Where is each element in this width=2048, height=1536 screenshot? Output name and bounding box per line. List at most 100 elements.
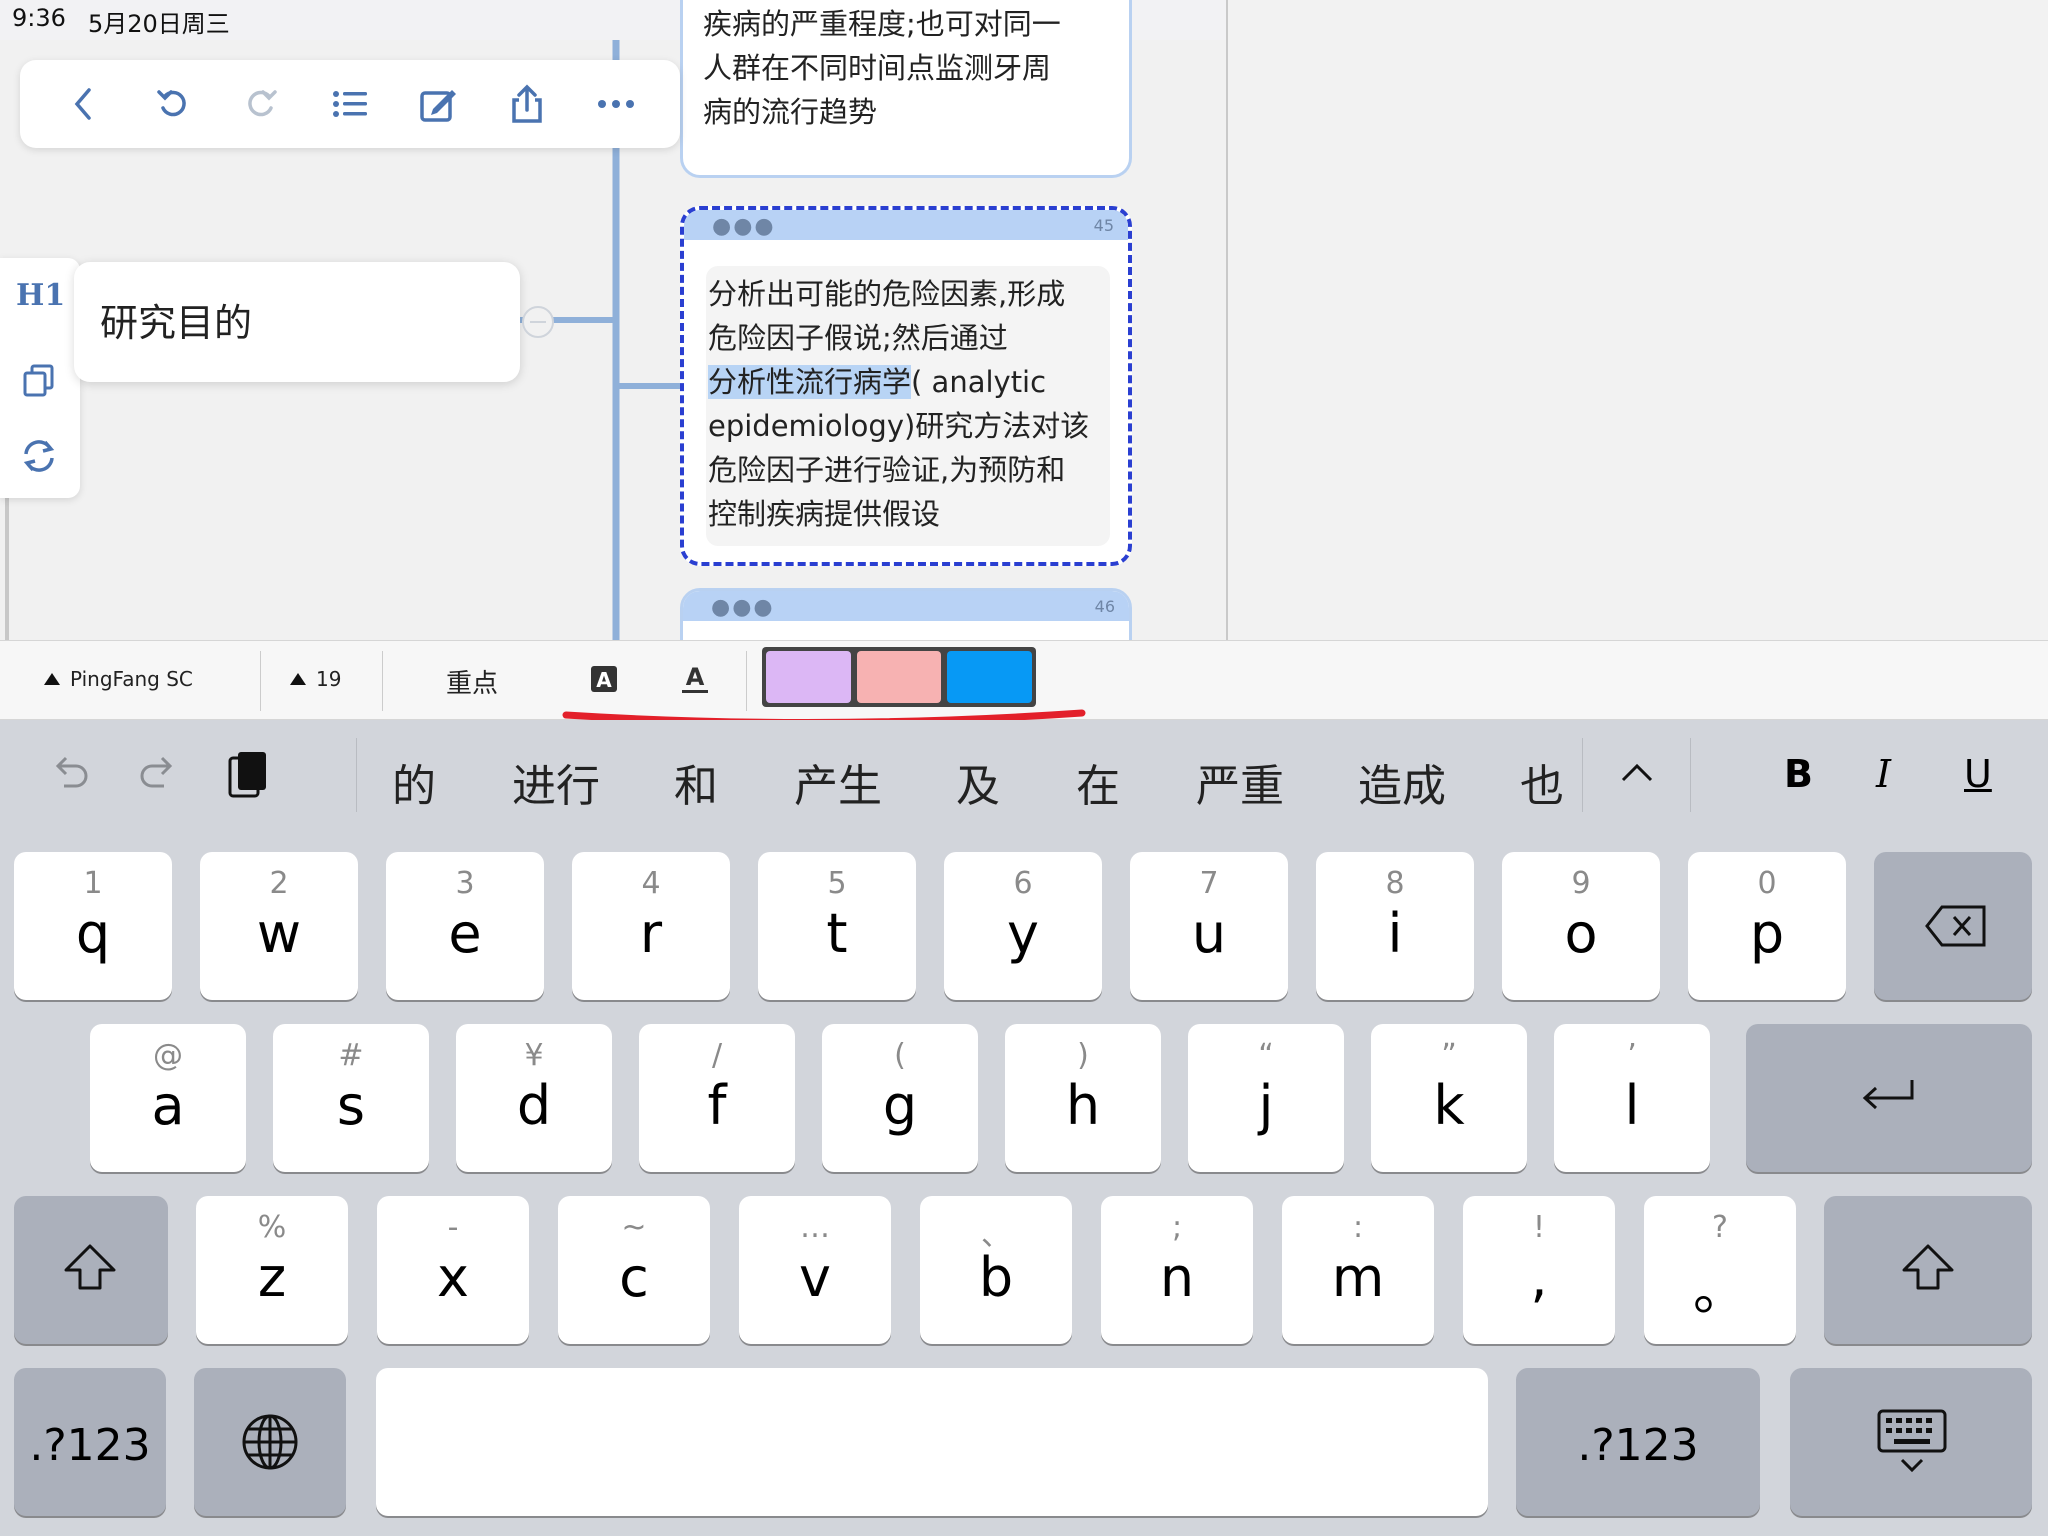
candidate-word[interactable]: 造成 [1358, 750, 1446, 814]
shift-key-right[interactable] [1824, 1196, 2032, 1344]
share-button[interactable] [502, 79, 552, 129]
candidate-word[interactable]: 严重 [1196, 750, 1284, 814]
key-primary-label: m [1331, 1246, 1385, 1309]
card-45-line: 控制疾病提供假设 [708, 497, 941, 531]
globe-key[interactable] [194, 1368, 346, 1516]
card-46-header[interactable]: ●●● 46 [683, 591, 1129, 621]
key-primary-label: l [1624, 1074, 1640, 1137]
key-row2-2[interactable]: ¥ d [456, 1024, 612, 1172]
key-primary-label: f [707, 1074, 727, 1137]
mindmap-card-45[interactable]: ●●● 45 分析出可能的危险因素,形成 危险因子假说;然后通过 分析性流行病学… [680, 206, 1132, 566]
card-45-header[interactable]: ●●● 45 [684, 210, 1128, 240]
candidate-word[interactable]: 的 [392, 750, 436, 814]
font-size-picker[interactable]: 19 [290, 667, 341, 691]
key-row3-6[interactable]: :m [1282, 1196, 1434, 1344]
candidate-word[interactable]: 也 [1520, 750, 1564, 814]
divider [1582, 738, 1583, 812]
key-row3-3[interactable]: … v [739, 1196, 891, 1344]
key-row3-4[interactable]: 、 b [920, 1196, 1072, 1344]
swatch-purple[interactable] [766, 651, 851, 703]
key-row2-6[interactable]: “j [1188, 1024, 1344, 1172]
heading-level-button[interactable]: H1 [16, 278, 65, 313]
swatch-pink[interactable] [856, 651, 942, 703]
drag-handle-icon[interactable]: ●●● [711, 595, 775, 620]
key-row1-7[interactable]: 8i [1316, 852, 1474, 1000]
status-time: 9:36 [12, 4, 66, 32]
key-row3-8[interactable]: ?。 [1644, 1196, 1796, 1344]
key-row2-7[interactable]: ” k [1371, 1024, 1527, 1172]
underline-button[interactable]: U [1964, 752, 1992, 796]
key-row2-8[interactable]: ’ l [1554, 1024, 1710, 1172]
key-row1-3[interactable]: 4r [572, 852, 730, 1000]
share-icon [512, 84, 542, 123]
key-row1-0[interactable]: 1q [14, 852, 172, 1000]
key-row1-2[interactable]: 3e [386, 852, 544, 1000]
bold-button[interactable]: B [1784, 752, 1813, 796]
key-row2-4[interactable]: (g [822, 1024, 978, 1172]
key-secondary-label: : [1352, 1210, 1364, 1245]
status-date: 5月20日周三 [88, 10, 230, 38]
candidate-word[interactable]: 产生 [794, 750, 882, 814]
return-key[interactable] [1746, 1024, 2032, 1172]
numbers-key-left[interactable]: .?123 [14, 1368, 166, 1516]
key-secondary-label: ¥ [524, 1038, 544, 1073]
key-row2-3[interactable]: / f [639, 1024, 795, 1172]
dismiss-keyboard-key[interactable] [1790, 1368, 2032, 1516]
text-color-icon[interactable]: A [680, 663, 710, 695]
mindmap-node-research-goal[interactable]: 研究目的 [74, 262, 520, 382]
drag-handle-icon[interactable]: ●●● [712, 214, 776, 239]
paste-icon[interactable] [226, 748, 270, 800]
highlight-color-icon[interactable]: A [590, 665, 618, 693]
key-row3-2[interactable]: ~ c [558, 1196, 710, 1344]
italic-button[interactable]: I [1876, 752, 1891, 796]
key-row3-7[interactable]: !, [1463, 1196, 1615, 1344]
key-row3-5[interactable]: ; n [1101, 1196, 1253, 1344]
candidate-word[interactable]: 和 [674, 750, 718, 814]
redo-icon[interactable] [136, 752, 180, 796]
key-row2-0[interactable]: @ a [90, 1024, 246, 1172]
key-secondary-label: 2 [269, 866, 289, 901]
key-row1-4[interactable]: 5t [758, 852, 916, 1000]
back-icon [74, 88, 92, 120]
key-secondary-label: ; [1171, 1210, 1183, 1245]
mindmap-card-top[interactable]: 疾病的严重程度;也可对同一 人群在不同时间点监测牙周 病的流行趋势 [680, 0, 1132, 178]
key-primary-label: a [151, 1074, 185, 1137]
swatch-blue[interactable] [947, 651, 1033, 703]
key-primary-label: k [1433, 1074, 1465, 1137]
back-button[interactable] [59, 79, 109, 129]
key-row1-6[interactable]: 7u [1130, 852, 1288, 1000]
key-row2-1[interactable]: # s [273, 1024, 429, 1172]
redo-button[interactable] [236, 79, 286, 129]
key-primary-label: j [1258, 1074, 1274, 1137]
key-row2-5[interactable]: ) h [1005, 1024, 1161, 1172]
key-row1-8[interactable]: 9o [1502, 852, 1660, 1000]
undo-icon[interactable] [48, 752, 92, 796]
shift-key-left[interactable] [14, 1196, 168, 1344]
key-row1-5[interactable]: 6y [944, 852, 1102, 1000]
key-secondary-label: @ [153, 1038, 183, 1073]
undo-button[interactable] [148, 79, 198, 129]
copy-style-icon[interactable] [22, 362, 58, 398]
side-panel: H1 [0, 258, 80, 498]
key-row1-9[interactable]: 0p [1688, 852, 1846, 1000]
key-row3-1[interactable]: -x [377, 1196, 529, 1344]
collapse-node-toggle[interactable] [522, 306, 554, 338]
outline-button[interactable] [325, 79, 375, 129]
keyboard-dismiss-icon [1877, 1409, 1947, 1473]
key-row1-1[interactable]: 2w [200, 852, 358, 1000]
font-family-picker[interactable]: PingFang SC [44, 667, 193, 691]
key-row3-0[interactable]: % z [196, 1196, 348, 1344]
candidate-word[interactable]: 进行 [512, 750, 600, 814]
emphasis-button[interactable]: 重点 [446, 663, 498, 700]
edit-button[interactable] [414, 79, 464, 129]
delete-key[interactable] [1874, 852, 2032, 1000]
candidate-word[interactable]: 在 [1076, 750, 1120, 814]
key-primary-label: , [1530, 1246, 1548, 1309]
sync-icon[interactable] [20, 438, 58, 474]
numbers-key-right[interactable]: .?123 [1516, 1368, 1760, 1516]
card-45-body[interactable]: 分析出可能的危险因素,形成 危险因子假说;然后通过 分析性流行病学( analy… [706, 266, 1110, 546]
expand-candidates-icon[interactable] [1620, 760, 1654, 784]
space-key[interactable] [376, 1368, 1488, 1516]
candidate-word[interactable]: 及 [956, 750, 1000, 814]
more-button[interactable] [591, 79, 641, 129]
